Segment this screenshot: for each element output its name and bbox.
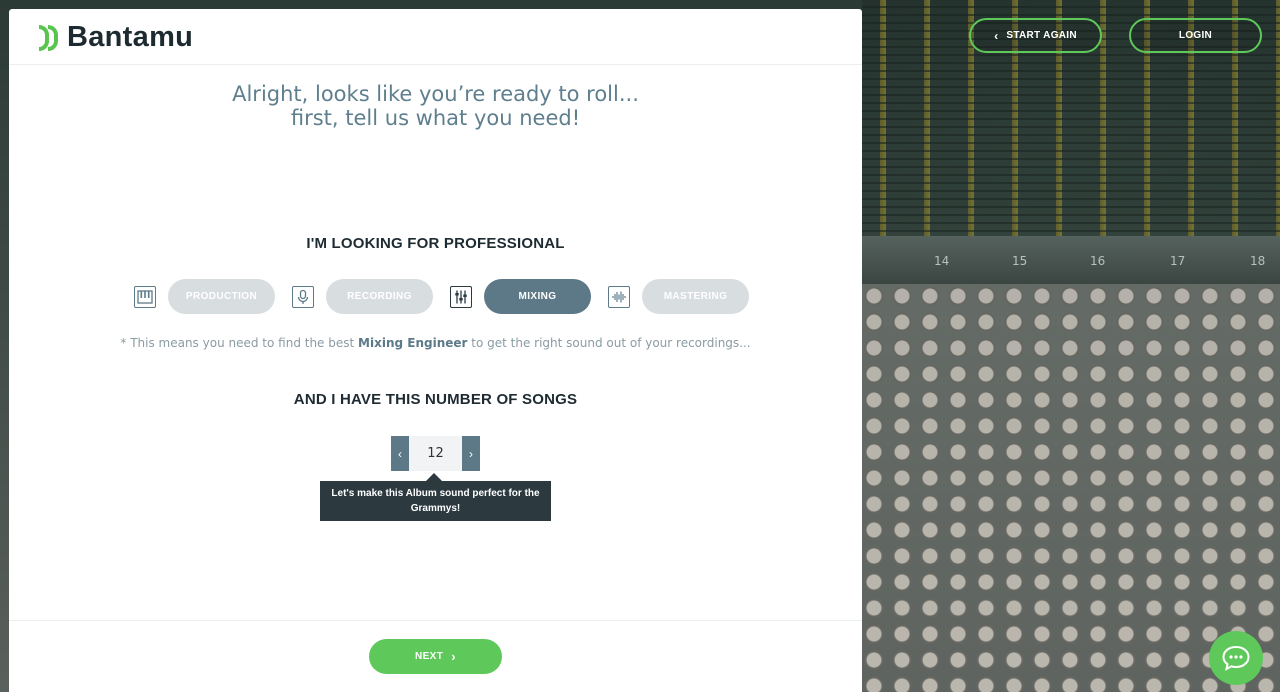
background-edge-top bbox=[0, 0, 862, 9]
wizard-card: Bantamu Alright, looks like you’re ready… bbox=[9, 9, 862, 692]
login-button[interactable]: LOGIN bbox=[1129, 18, 1262, 53]
card-header: Bantamu bbox=[9, 9, 862, 65]
note-highlight: Mixing Engineer bbox=[358, 336, 468, 350]
chevron-left-icon: ‹ bbox=[994, 28, 999, 43]
services-title: I'M LOOKING FOR PROFESSIONAL bbox=[306, 235, 565, 252]
service-note: * This means you need to find the best M… bbox=[9, 336, 862, 350]
service-selector: PRODUCTION RECORDING MIXING MASTERING bbox=[134, 279, 766, 314]
waveform-icon bbox=[608, 285, 630, 308]
piano-keys-icon bbox=[134, 285, 156, 308]
note-suffix: to get the right sound out of your recor… bbox=[467, 336, 751, 350]
mixing-button[interactable]: MIXING bbox=[484, 279, 591, 314]
mixer-sliders-icon bbox=[450, 285, 472, 308]
service-mastering: MASTERING bbox=[608, 279, 766, 314]
chevron-right-icon: › bbox=[469, 446, 473, 461]
microphone-icon bbox=[292, 285, 314, 308]
channel-number-strip: 14 15 16 17 18 bbox=[862, 236, 1280, 284]
start-again-label: START AGAIN bbox=[1006, 30, 1077, 41]
chevron-left-icon: ‹ bbox=[398, 446, 402, 461]
background-edge bbox=[0, 0, 9, 692]
logo-mark-icon bbox=[39, 24, 63, 51]
decrement-button[interactable]: ‹ bbox=[391, 436, 409, 471]
card-footer: NEXT › bbox=[9, 620, 862, 692]
intro-line-1: Alright, looks like you’re ready to roll… bbox=[232, 82, 639, 106]
service-recording: RECORDING bbox=[292, 279, 450, 314]
logo-text: Bantamu bbox=[67, 21, 194, 53]
channel-number: 15 bbox=[1012, 254, 1028, 268]
mastering-button[interactable]: MASTERING bbox=[642, 279, 749, 314]
increment-button[interactable]: › bbox=[462, 436, 480, 471]
channel-number: 16 bbox=[1090, 254, 1106, 268]
song-count-stepper: ‹ › bbox=[391, 436, 480, 471]
channel-number: 17 bbox=[1170, 254, 1186, 268]
next-button[interactable]: NEXT › bbox=[369, 639, 502, 674]
intro-line-2: first, tell us what you need! bbox=[290, 106, 581, 130]
chevron-right-icon: › bbox=[451, 649, 456, 664]
chat-bubble-icon bbox=[1222, 645, 1250, 671]
console-knobs bbox=[862, 284, 1280, 692]
song-count-input[interactable] bbox=[409, 436, 462, 471]
intro-heading: Alright, looks like you’re ready to roll… bbox=[9, 82, 862, 130]
songs-title: AND I HAVE THIS NUMBER OF SONGS bbox=[293, 391, 578, 408]
start-again-button[interactable]: ‹ START AGAIN bbox=[969, 18, 1102, 53]
chat-button[interactable] bbox=[1209, 631, 1263, 685]
song-count-tooltip: Let's make this Album sound perfect for … bbox=[320, 473, 551, 521]
production-button[interactable]: PRODUCTION bbox=[168, 279, 275, 314]
service-mixing: MIXING bbox=[450, 279, 608, 314]
logo[interactable]: Bantamu bbox=[39, 21, 193, 54]
channel-number: 18 bbox=[1250, 254, 1266, 268]
next-label: NEXT bbox=[414, 651, 444, 662]
login-label: LOGIN bbox=[1178, 30, 1213, 41]
recording-button[interactable]: RECORDING bbox=[326, 279, 433, 314]
note-prefix: * This means you need to find the best bbox=[120, 336, 359, 350]
service-production: PRODUCTION bbox=[134, 279, 292, 314]
channel-number: 14 bbox=[934, 254, 950, 268]
